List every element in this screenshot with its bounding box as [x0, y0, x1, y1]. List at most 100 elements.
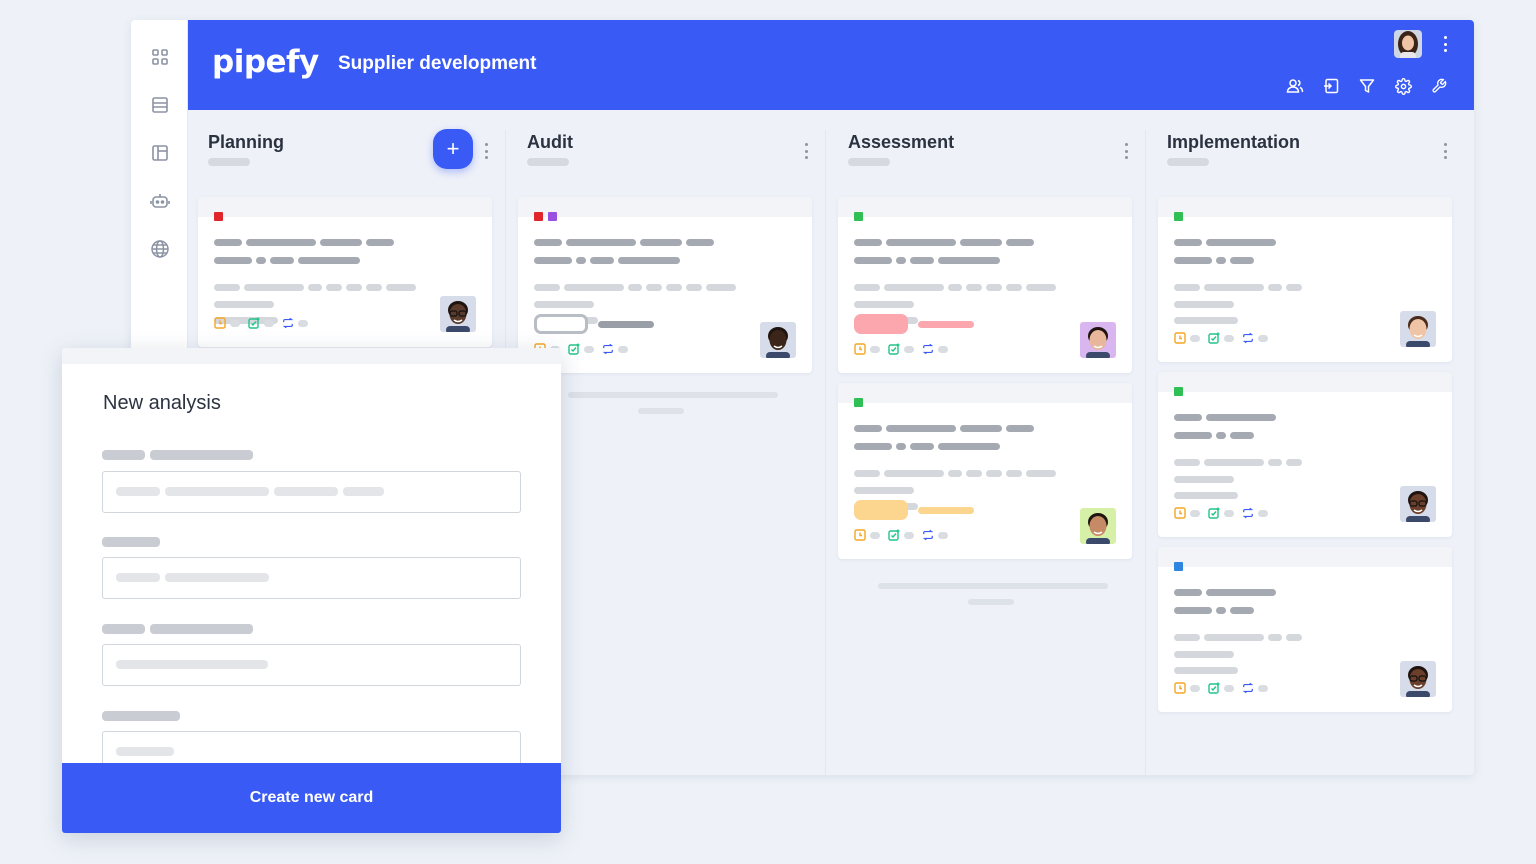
due-date-clock-icon [1174, 507, 1186, 519]
wrench-icon[interactable] [1430, 77, 1448, 95]
kanban-card[interactable] [1158, 372, 1452, 537]
filter-icon[interactable] [1358, 77, 1376, 95]
card-field-placeholder [884, 284, 944, 291]
modal-title: New analysis [103, 392, 221, 414]
kanban-card[interactable] [1158, 547, 1452, 712]
card-field-placeholder [948, 284, 962, 291]
form-field-input[interactable] [102, 471, 521, 513]
members-icon[interactable] [1286, 77, 1304, 95]
card-field-placeholder [1026, 284, 1056, 291]
card-title-placeholder [366, 239, 394, 246]
card-title-placeholder [910, 443, 934, 450]
assignee-avatar[interactable] [1400, 661, 1436, 697]
card-title-placeholder [938, 257, 1000, 264]
assignee-avatar[interactable] [1080, 322, 1116, 358]
apps-grid-icon[interactable] [149, 46, 171, 68]
card-label [854, 212, 863, 221]
kanban-card[interactable] [518, 197, 812, 373]
modal-top-bar [62, 348, 561, 364]
card-field-placeholder [1204, 459, 1264, 466]
card-title-placeholder [910, 257, 934, 264]
card-header-bar [838, 383, 1132, 403]
card-indicators [214, 317, 316, 329]
card-title-placeholder [886, 239, 956, 246]
automation-robot-icon[interactable] [149, 190, 171, 212]
assignee-avatar[interactable] [1400, 311, 1436, 347]
card-header-bar [1158, 547, 1452, 567]
card-title-placeholder [534, 257, 572, 264]
list-view-icon[interactable] [149, 94, 171, 116]
card-field-placeholder [244, 284, 304, 291]
import-icon[interactable] [1322, 77, 1340, 95]
kanban-card[interactable] [838, 197, 1132, 373]
card-title-placeholder [1006, 239, 1034, 246]
card-field-placeholder [706, 284, 736, 291]
card-title-placeholder [686, 239, 714, 246]
card-field-placeholder [1286, 634, 1302, 641]
card-field-placeholder [214, 301, 274, 308]
phase-title: Implementation [1167, 132, 1301, 152]
assignee-avatar[interactable] [1080, 508, 1116, 544]
phase-menu-kebab-icon[interactable] [803, 143, 809, 159]
card-field-placeholder [1174, 317, 1238, 324]
card-field-placeholder [214, 284, 240, 291]
card-header-bar [1158, 372, 1452, 392]
kanban-card[interactable] [1158, 197, 1452, 362]
card-title-placeholder [1206, 589, 1276, 596]
card-indicators [854, 343, 956, 355]
due-date-clock-icon [854, 343, 866, 355]
user-menu-kebab-icon[interactable] [1442, 34, 1448, 54]
card-title-placeholder [896, 257, 906, 264]
assignee-avatar[interactable] [1400, 486, 1436, 522]
connection-sync-icon [282, 317, 294, 329]
card-field-placeholder [854, 284, 880, 291]
due-date-clock-icon [1174, 332, 1186, 344]
phase-menu-kebab-icon[interactable] [483, 143, 489, 159]
field-label-placeholder [150, 450, 253, 460]
create-new-card-button[interactable]: Create new card [62, 763, 561, 833]
add-card-button[interactable]: + [433, 129, 473, 169]
connection-sync-icon [922, 343, 934, 355]
card-title-placeholder [1216, 607, 1226, 614]
loading-placeholder [568, 392, 778, 398]
checklist-icon [1208, 332, 1220, 344]
phase-menu-kebab-icon[interactable] [1442, 143, 1448, 159]
assignee-avatar[interactable] [440, 296, 476, 332]
card-indicators [1174, 682, 1276, 694]
assignee-avatar[interactable] [760, 322, 796, 358]
connection-sync-icon [1242, 507, 1254, 519]
card-title-placeholder [960, 425, 1002, 432]
table-view-icon[interactable] [149, 142, 171, 164]
card-title-placeholder [1174, 239, 1202, 246]
phase-card-count [208, 158, 250, 166]
card-field-placeholder [854, 487, 914, 494]
pipefy-logo[interactable]: pipefy [212, 44, 319, 80]
connection-sync-icon [1242, 332, 1254, 344]
card-title-placeholder [1174, 589, 1202, 596]
card-field-placeholder [326, 284, 342, 291]
card-title-placeholder [854, 443, 892, 450]
phase-divider [825, 130, 826, 775]
connection-sync-icon [922, 529, 934, 541]
form-field-input[interactable] [102, 557, 521, 599]
card-field-placeholder [308, 284, 322, 291]
phase-title: Planning [208, 132, 284, 152]
card-label [548, 212, 557, 221]
user-avatar[interactable] [1394, 30, 1422, 58]
card-title-placeholder [896, 443, 906, 450]
card-header-bar [198, 197, 492, 217]
kanban-card[interactable] [838, 383, 1132, 559]
checklist-icon [1208, 682, 1220, 694]
card-title-placeholder [1206, 239, 1276, 246]
phase-menu-kebab-icon[interactable] [1123, 143, 1129, 159]
card-field-placeholder [564, 284, 624, 291]
settings-gear-icon[interactable] [1394, 77, 1412, 95]
form-field-input[interactable] [102, 644, 521, 686]
card-header-bar [838, 197, 1132, 217]
due-date-clock-icon [214, 317, 226, 329]
kanban-card[interactable] [198, 197, 492, 347]
card-label [1174, 562, 1183, 571]
globe-icon[interactable] [149, 238, 171, 260]
card-field-placeholder [884, 470, 944, 477]
card-title-placeholder [1174, 257, 1212, 264]
